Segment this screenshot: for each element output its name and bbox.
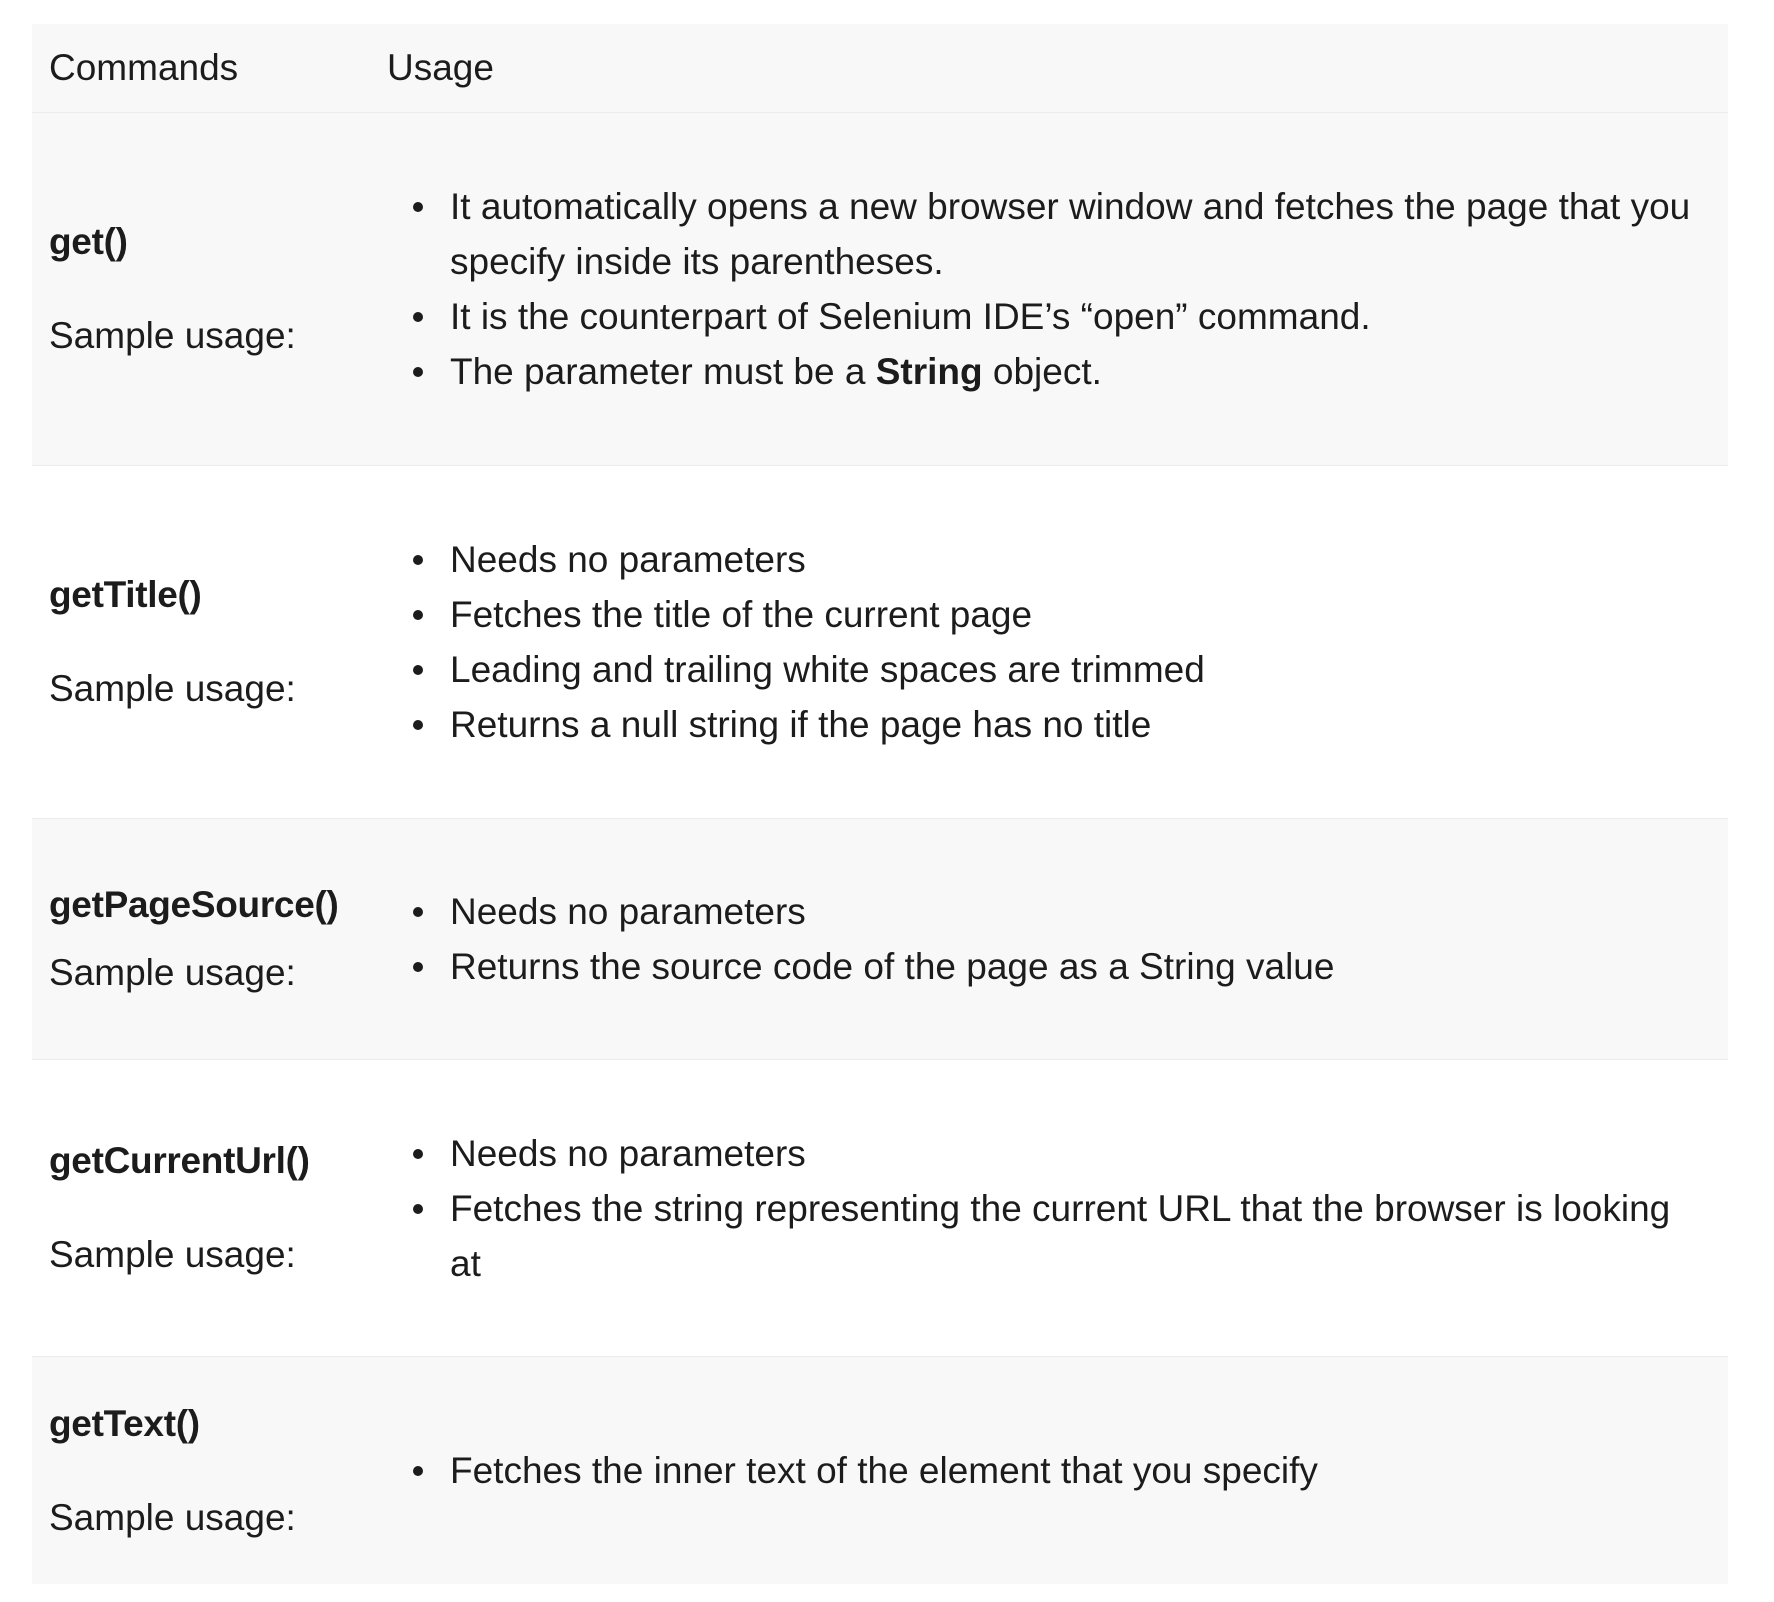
table-row: getPageSource() Sample usage: Needs no p…: [32, 818, 1728, 1060]
usage-text: Fetches the title of the current page: [450, 594, 1033, 635]
command-cell: getText() Sample usage:: [32, 1356, 370, 1584]
usage-cell: Needs no parameters Returns the source co…: [370, 818, 1728, 1060]
command-name: get(): [49, 221, 128, 262]
usage-text: Leading and trailing white spaces are tr…: [450, 649, 1205, 690]
usage-list: Fetches the inner text of the element th…: [370, 1443, 1728, 1498]
usage-list: Needs no parameters Fetches the string re…: [370, 1126, 1728, 1291]
usage-list-item: Fetches the title of the current page: [410, 587, 1710, 642]
usage-text: It is the counterpart of Selenium IDE’s …: [450, 296, 1371, 337]
usage-text: Needs no parameters: [450, 539, 806, 580]
usage-list-item: Needs no parameters: [410, 884, 1710, 939]
sample-usage-label: Sample usage:: [49, 1234, 296, 1275]
table-row: getTitle() Sample usage: Needs no parame…: [32, 465, 1728, 819]
usage-text: The parameter must be a: [450, 351, 876, 392]
usage-list-item: Fetches the string representing the curr…: [410, 1181, 1710, 1291]
usage-list-item: Needs no parameters: [410, 532, 1710, 587]
usage-list-item: Leading and trailing white spaces are tr…: [410, 642, 1710, 697]
sample-usage-label: Sample usage:: [49, 952, 296, 993]
usage-list-item: Fetches the inner text of the element th…: [410, 1443, 1710, 1498]
usage-list: Needs no parameters Returns the source co…: [370, 884, 1728, 994]
usage-text: It automatically opens a new browser win…: [450, 186, 1691, 282]
command-name: getTitle(): [49, 574, 202, 615]
usage-list-item: Needs no parameters: [410, 1126, 1710, 1181]
command-name: getText(): [49, 1402, 200, 1444]
table-row: getText() Sample usage: Fetches the inne…: [32, 1356, 1728, 1584]
usage-list: It automatically opens a new browser win…: [370, 179, 1728, 399]
table-header-row: Commands Usage: [32, 24, 1728, 113]
usage-text: Returns a null string if the page has no…: [450, 704, 1152, 745]
usage-cell: It automatically opens a new browser win…: [370, 112, 1728, 466]
command-cell: getPageSource() Sample usage:: [32, 818, 370, 1060]
usage-text: Needs no parameters: [450, 891, 806, 932]
command-name: getPageSource(): [49, 884, 339, 925]
usage-list-item: It automatically opens a new browser win…: [410, 179, 1710, 289]
usage-list: Needs no parameters Fetches the title of …: [370, 532, 1728, 752]
usage-list-item: It is the counterpart of Selenium IDE’s …: [410, 289, 1710, 344]
usage-cell: Needs no parameters Fetches the title of …: [370, 465, 1728, 819]
header-usage: Usage: [370, 24, 1728, 113]
usage-text: object.: [982, 351, 1102, 392]
table-row: getCurrentUrl() Sample usage: Needs no p…: [32, 1059, 1728, 1357]
header-commands: Commands: [32, 24, 370, 113]
usage-cell: Fetches the inner text of the element th…: [370, 1356, 1728, 1584]
usage-text: Fetches the inner text of the element th…: [450, 1450, 1318, 1491]
table-row: get() Sample usage: It automatically ope…: [32, 112, 1728, 466]
sample-usage-label: Sample usage:: [49, 1496, 296, 1538]
usage-text: Needs no parameters: [450, 1132, 806, 1174]
usage-list-item: Returns the source code of the page as a…: [410, 939, 1710, 994]
usage-text: Fetches the string representing the curr…: [450, 1187, 1671, 1284]
usage-list-item: Returns a null string if the page has no…: [410, 697, 1710, 752]
usage-cell: Needs no parameters Fetches the string re…: [370, 1059, 1728, 1357]
command-name: getCurrentUrl(): [49, 1140, 310, 1181]
commands-table: Commands Usage get() Sample usage: It au…: [32, 24, 1728, 1584]
usage-list-item: The parameter must be a String object.: [410, 344, 1710, 399]
command-cell: getCurrentUrl() Sample usage:: [32, 1059, 370, 1357]
sample-usage-label: Sample usage:: [49, 668, 296, 709]
usage-text-bold: String: [875, 351, 983, 392]
command-cell: getTitle() Sample usage:: [32, 465, 370, 819]
usage-text: Returns the source code of the page as a…: [450, 946, 1335, 987]
sample-usage-label: Sample usage:: [49, 315, 296, 356]
command-cell: get() Sample usage:: [32, 112, 370, 466]
